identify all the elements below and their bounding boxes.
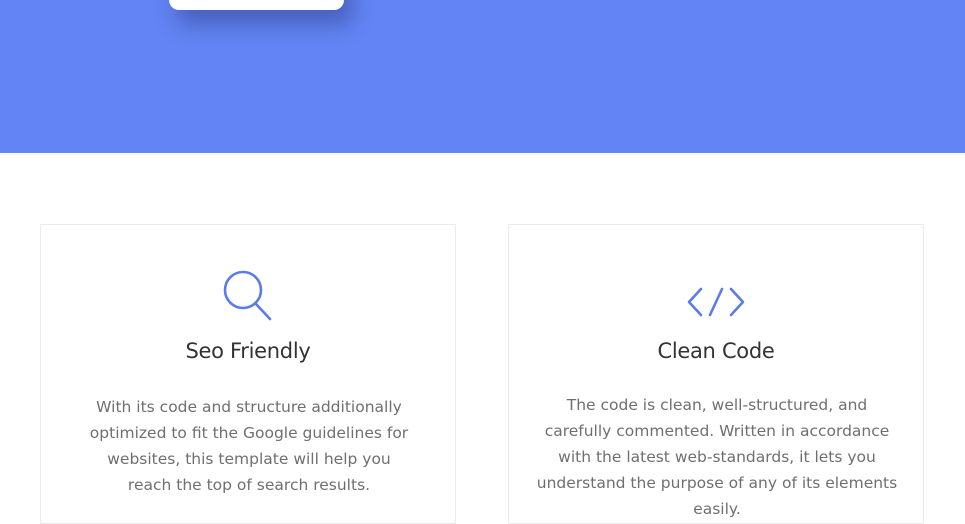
- code-icon: [687, 287, 745, 317]
- feature-description: With its code and structure additionally…: [89, 398, 409, 494]
- feature-icon-wrapper: [41, 269, 455, 323]
- hero-cta-button[interactable]: [169, 0, 344, 10]
- feature-title: Clean Code: [657, 339, 775, 363]
- feature-card-code: Clean Code The code is clean, well-struc…: [508, 224, 924, 524]
- feature-description: The code is clean, well-structured, and …: [536, 396, 898, 518]
- hero-section: [0, 0, 965, 153]
- feature-icon-wrapper: [509, 286, 923, 318]
- feature-card-seo: Seo Friendly With its code and structure…: [40, 224, 456, 524]
- search-icon: [223, 270, 272, 321]
- feature-title: Seo Friendly: [185, 339, 311, 363]
